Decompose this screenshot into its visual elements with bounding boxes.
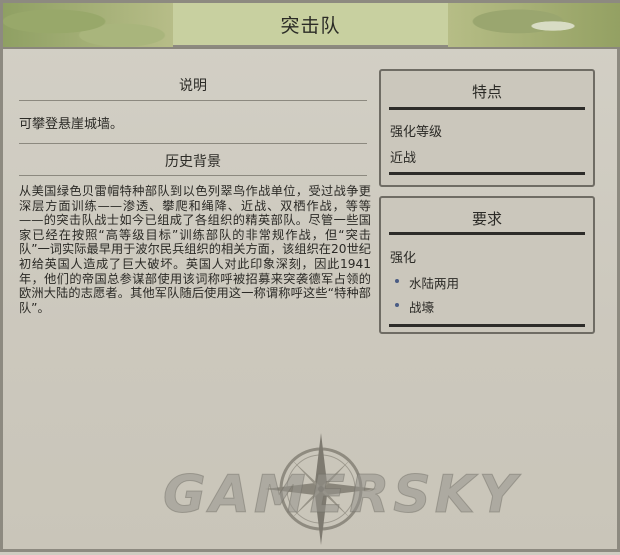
title-plate: 突击队 [173, 3, 448, 47]
description-heading: 说明 [179, 78, 207, 94]
bullet-dot-icon [395, 303, 399, 307]
traits-bottom-rule [389, 172, 585, 175]
history-heading: 历史背景 [165, 154, 221, 170]
traits-heading-rule [389, 107, 585, 110]
description-text: 可攀登悬崖城墙。 [19, 117, 124, 132]
title-divider [3, 47, 620, 49]
civilopedia-window: 突击队 说明 可攀登悬崖城墙。 历史背景 从美国绿色贝雷帽特种部队到以色列翠鸟作… [0, 0, 620, 552]
traits-panel: 特点 强化等级 近战 [379, 69, 595, 187]
map-decoration-right [448, 3, 620, 49]
history-text: 从美国绿色贝雷帽特种部队到以色列翠鸟作战单位，受过战争更深层方面训练——渗透、攀… [19, 184, 371, 315]
requirements-heading: 要求 [471, 210, 502, 228]
page-title: 突击队 [280, 14, 341, 37]
map-decoration-left [3, 3, 173, 49]
requirements-heading-rule [389, 232, 585, 235]
history-divider [19, 175, 367, 176]
watermark: GAMERSKY [163, 465, 521, 526]
requirement-item-label: 战壕 [409, 300, 435, 315]
requirement-item-label: 水陆两用 [409, 276, 460, 291]
traits-value: 近战 [390, 151, 417, 166]
traits-heading: 特点 [471, 83, 502, 101]
description-divider [19, 100, 367, 101]
requirement-item: 战壕 [381, 297, 593, 316]
requirements-label: 强化 [390, 251, 417, 266]
traits-label: 强化等级 [390, 125, 443, 140]
title-bar: 突击队 [3, 3, 620, 49]
requirements-panel: 要求 强化 水陆两用 战壕 [379, 196, 595, 334]
history-top-divider [19, 143, 367, 144]
bullet-dot-icon [395, 279, 399, 283]
requirements-bottom-rule [389, 324, 585, 327]
requirement-item: 水陆两用 [381, 273, 593, 292]
